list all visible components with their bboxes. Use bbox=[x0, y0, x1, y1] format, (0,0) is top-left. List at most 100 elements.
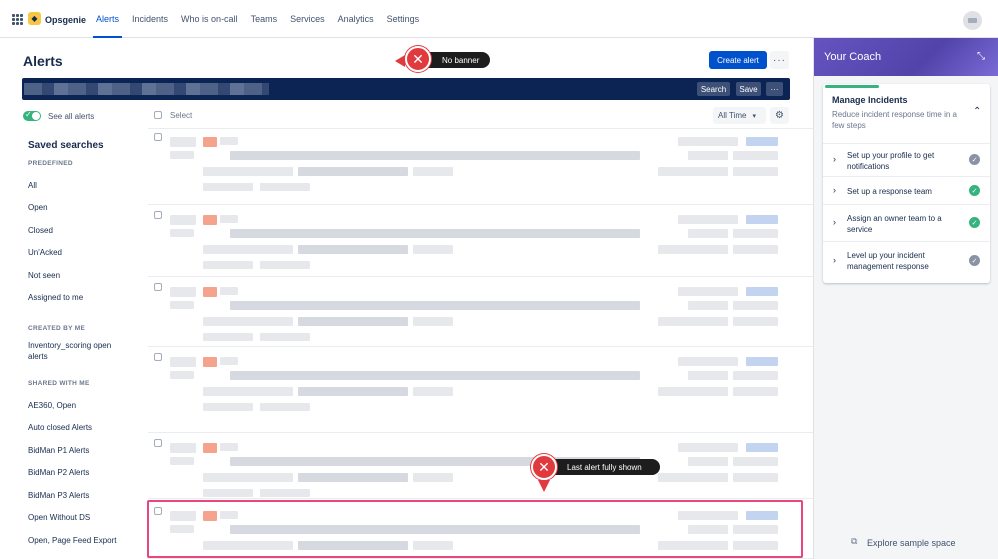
top-navigation-bar: ◆ Opsgenie Alerts Incidents Who is on-ca… bbox=[0, 0, 998, 38]
blurred-alert-content bbox=[298, 473, 408, 482]
query-text-blurred[interactable] bbox=[24, 83, 269, 95]
blurred-alert-content bbox=[203, 215, 217, 225]
saved-search-assigned-to-me[interactable]: Assigned to me bbox=[28, 292, 128, 303]
alert-checkbox[interactable] bbox=[154, 133, 162, 141]
alert-checkbox[interactable] bbox=[154, 353, 162, 361]
saved-search-bidman-p3[interactable]: BidMan P3 Alerts bbox=[28, 490, 128, 501]
blurred-alert-content bbox=[230, 151, 640, 160]
more-actions-button[interactable]: ··· bbox=[770, 51, 789, 69]
opsgenie-logo-icon[interactable]: ◆ bbox=[28, 12, 41, 25]
blurred-alert-content bbox=[260, 489, 310, 497]
explore-sample-space-link[interactable]: Explore sample space bbox=[867, 538, 956, 548]
query-search-button[interactable]: Search bbox=[697, 82, 730, 96]
coach-step[interactable]: › Level up your incident management resp… bbox=[823, 241, 990, 279]
alert-row[interactable] bbox=[148, 207, 813, 277]
time-range-value: All Time bbox=[718, 111, 747, 120]
see-all-alerts-toggle[interactable] bbox=[23, 110, 41, 121]
blurred-alert-content bbox=[170, 151, 194, 159]
nav-alerts[interactable]: Alerts bbox=[90, 0, 125, 38]
create-alert-button[interactable]: Create alert bbox=[709, 51, 767, 69]
saved-search-bidman-p2[interactable]: BidMan P2 Alerts bbox=[28, 467, 128, 478]
step-label: Set up a response team bbox=[847, 187, 932, 196]
blurred-alert-content bbox=[220, 443, 238, 451]
coach-panel: Your Coach ⤡ Manage Incidents Reduce inc… bbox=[813, 38, 998, 559]
query-save-button[interactable]: Save bbox=[736, 82, 761, 96]
nav-who-is-on-call[interactable]: Who is on-call bbox=[175, 0, 244, 38]
saved-search-all[interactable]: All bbox=[28, 180, 128, 191]
blurred-alert-content bbox=[170, 229, 194, 237]
brand-name[interactable]: Opsgenie bbox=[45, 15, 86, 25]
chevron-right-icon: › bbox=[833, 154, 836, 164]
blurred-alert-content bbox=[220, 137, 238, 145]
app-switcher-icon[interactable] bbox=[12, 14, 23, 25]
blurred-alert-content bbox=[746, 137, 778, 146]
nav-services[interactable]: Services bbox=[284, 0, 331, 38]
saved-search-open[interactable]: Open bbox=[28, 202, 128, 213]
select-all-checkbox[interactable] bbox=[154, 111, 162, 119]
blurred-alert-content bbox=[746, 357, 778, 366]
blurred-alert-content bbox=[733, 473, 778, 482]
blurred-alert-content bbox=[733, 301, 778, 310]
collapse-icon[interactable]: ⤡ bbox=[977, 51, 985, 62]
nav-teams[interactable]: Teams bbox=[245, 0, 284, 38]
alert-row[interactable] bbox=[148, 129, 813, 205]
coach-step[interactable]: › Set up a response team ✓ bbox=[823, 176, 990, 204]
blurred-alert-content bbox=[658, 473, 728, 482]
blurred-alert-content bbox=[733, 167, 778, 176]
saved-search-page-feed-export[interactable]: Open, Page Feed Export bbox=[28, 535, 128, 546]
blurred-alert-content bbox=[678, 215, 738, 224]
time-range-dropdown[interactable]: All Time ▾ bbox=[713, 107, 766, 124]
nav-analytics[interactable]: Analytics bbox=[332, 0, 380, 38]
blurred-alert-content bbox=[733, 317, 778, 326]
last-alert-highlight bbox=[147, 500, 803, 558]
alert-row[interactable] bbox=[148, 435, 813, 499]
saved-search-inventory-scoring[interactable]: Inventory_scoring open alerts bbox=[28, 340, 128, 362]
user-avatar[interactable] bbox=[963, 11, 982, 30]
alert-checkbox[interactable] bbox=[154, 283, 162, 291]
saved-search-open-without-ds[interactable]: Open Without DS bbox=[28, 512, 128, 523]
chevron-right-icon: › bbox=[833, 255, 836, 265]
alert-checkbox[interactable] bbox=[154, 439, 162, 447]
query-more-button[interactable]: ··· bbox=[766, 82, 783, 96]
blurred-alert-content bbox=[170, 443, 196, 453]
saved-search-bidman-p1[interactable]: BidMan P1 Alerts bbox=[28, 445, 128, 456]
blurred-alert-content bbox=[413, 473, 453, 482]
chevron-right-icon: › bbox=[833, 217, 836, 227]
filter-settings-icon[interactable]: ⚙ bbox=[770, 107, 789, 124]
blurred-alert-content bbox=[203, 333, 253, 341]
alert-checkbox[interactable] bbox=[154, 211, 162, 219]
nav-incidents[interactable]: Incidents bbox=[126, 0, 174, 38]
blurred-alert-content bbox=[298, 317, 408, 326]
saved-searches-title: Saved searches bbox=[28, 140, 104, 151]
blurred-alert-content bbox=[413, 245, 453, 254]
saved-search-not-seen[interactable]: Not seen bbox=[28, 270, 128, 281]
step-status-pending-icon: ✓ bbox=[969, 154, 980, 165]
blurred-alert-content bbox=[688, 371, 728, 380]
chevron-up-icon[interactable]: ⌃ bbox=[973, 106, 981, 117]
alert-row[interactable] bbox=[148, 279, 813, 347]
manage-incidents-card: Manage Incidents Reduce incident respons… bbox=[823, 84, 990, 283]
main-nav: Alerts Incidents Who is on-call Teams Se… bbox=[90, 0, 426, 38]
blurred-alert-content bbox=[170, 357, 196, 367]
blurred-alert-content bbox=[260, 183, 310, 191]
blurred-alert-content bbox=[733, 371, 778, 380]
saved-search-ae360-open[interactable]: AE360, Open bbox=[28, 400, 128, 411]
blurred-alert-content bbox=[298, 245, 408, 254]
coach-step[interactable]: › Set up your profile to get notificatio… bbox=[823, 143, 990, 176]
nav-settings[interactable]: Settings bbox=[381, 0, 426, 38]
blurred-alert-content bbox=[413, 387, 453, 396]
coach-step[interactable]: › Assign an owner team to a service ✓ bbox=[823, 204, 990, 241]
blurred-alert-content bbox=[658, 245, 728, 254]
blurred-alert-content bbox=[678, 443, 738, 452]
saved-search-closed[interactable]: Closed bbox=[28, 225, 128, 236]
saved-search-auto-closed[interactable]: Auto closed Alerts bbox=[28, 422, 128, 433]
saved-search-unacked[interactable]: Un'Acked bbox=[28, 247, 128, 258]
error-x-icon: ✕ bbox=[405, 46, 431, 72]
blurred-alert-content bbox=[688, 151, 728, 160]
last-alert-label: Last alert fully shown bbox=[567, 462, 642, 472]
blurred-alert-content bbox=[203, 317, 293, 326]
alert-row[interactable] bbox=[148, 349, 813, 433]
blurred-alert-content bbox=[733, 245, 778, 254]
query-bar[interactable]: ? Search Save ··· bbox=[22, 78, 790, 100]
blurred-alert-content bbox=[203, 287, 217, 297]
